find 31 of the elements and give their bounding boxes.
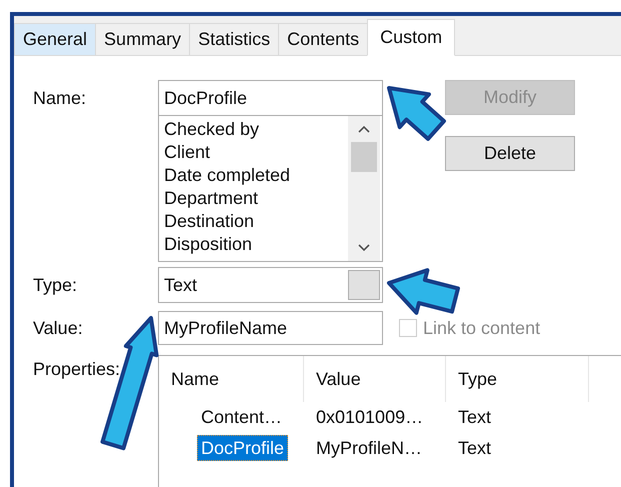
column-header[interactable]: Type: [446, 356, 589, 402]
field-label: Value:: [33, 318, 84, 338]
list-item[interactable]: Client: [164, 141, 348, 164]
list-item[interactable]: Disposition: [164, 233, 348, 256]
list-item[interactable]: Date completed: [164, 164, 348, 187]
tab[interactable]: General: [14, 23, 96, 55]
name-field[interactable]: DocProfile: [158, 80, 383, 116]
field-label: Type:: [33, 274, 78, 296]
type-dropdown[interactable]: Text: [158, 267, 383, 303]
property-type: Text: [458, 407, 492, 427]
list-item[interactable]: Department: [164, 187, 348, 210]
property-name[interactable]: Content…: [197, 404, 286, 430]
callout-arrow: [387, 86, 446, 141]
field-label: Name:: [33, 88, 88, 108]
checkbox-label: Link to content: [423, 318, 540, 338]
scroll-down-icon[interactable]: [357, 243, 371, 253]
property-type: Text: [458, 438, 492, 458]
field-label: Properties:: [33, 359, 122, 380]
property-value: 0x0101009…: [316, 407, 424, 427]
delete-button[interactable]: Delete: [445, 136, 575, 171]
scroll-up-icon[interactable]: [357, 124, 371, 134]
tab[interactable]: Custom: [367, 19, 456, 56]
value-field[interactable]: MyProfileName: [158, 311, 383, 345]
list-item[interactable]: Destination: [164, 210, 348, 233]
scroll-thumb[interactable]: [351, 142, 377, 172]
property-name[interactable]: DocProfile: [197, 435, 288, 461]
column-header[interactable]: Name: [159, 356, 304, 402]
list-item[interactable]: Checked by: [164, 118, 348, 141]
scrollbar[interactable]: [348, 116, 380, 261]
column-header[interactable]: Value: [304, 356, 446, 402]
property-value: MyProfileN…: [316, 438, 422, 458]
